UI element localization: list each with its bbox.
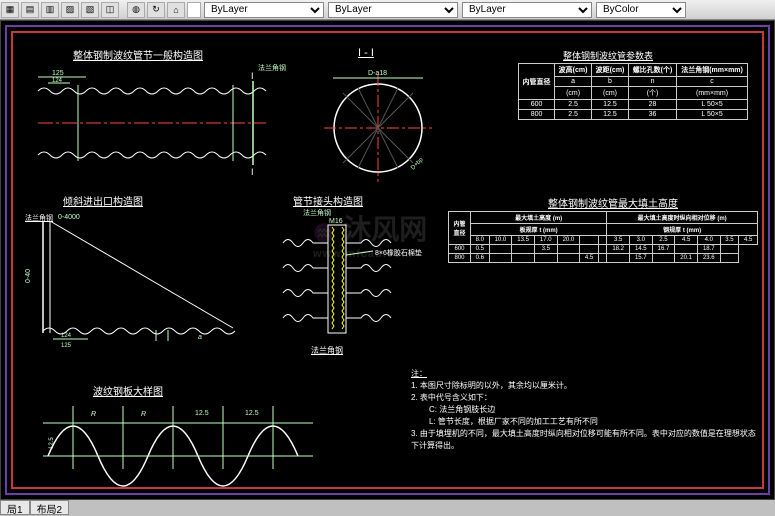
tool-icon[interactable]: ▨ (61, 2, 79, 18)
layout-tabs: 局1 布局2 (0, 500, 69, 515)
cad-canvas[interactable]: ♒ 沐风网 www.mfcad.com 整体钢制波纹管节一般构造图 125 12… (0, 20, 775, 500)
svg-text:I: I (251, 71, 254, 81)
tool-icon[interactable]: ▥ (41, 2, 59, 18)
title-fill: 整体钢制波纹管最大填土高度 (548, 195, 678, 210)
tool-icon[interactable]: ▧ (81, 2, 99, 18)
tool-icon[interactable]: ▤ (21, 2, 39, 18)
note-2a: C: 法兰角钢肢长边 (411, 404, 762, 416)
gasket-label: 8×6橡胶石棉垫 (375, 248, 422, 258)
svg-text:12.5: 12.5 (195, 410, 209, 417)
svg-text:R: R (91, 411, 96, 418)
color-combo[interactable]: ByColor (596, 2, 686, 18)
svg-text:0-40: 0-40 (25, 269, 32, 283)
inlet-drawing: 0-4000 0-40 125 124 a (28, 213, 248, 353)
layer-combo[interactable]: ByLayer (204, 2, 324, 18)
svg-text:R: R (141, 411, 146, 418)
layout-tab-1[interactable]: 局1 (0, 500, 30, 515)
svg-text:125: 125 (52, 70, 64, 77)
svg-text:12.5: 12.5 (49, 437, 55, 449)
section-circle-drawing: D-a18 D+bp (313, 68, 443, 188)
color-swatch[interactable] (187, 2, 201, 18)
app-toolbar: ▦ ▤ ▥ ▨ ▧ ◫ ◍ ↻ ⌂ ByLayer ByLayer ByLaye… (0, 0, 775, 20)
note-2: 2. 表中代号含义如下： (411, 392, 762, 404)
title-section: I - I (358, 47, 374, 59)
title-detail: 波纹钢板大样图 (93, 383, 163, 398)
tool-icon[interactable]: ◫ (101, 2, 119, 18)
table1-title: 整体钢制波纹管参数表 (563, 49, 653, 62)
flange-bot-label: 法兰角钢 (311, 345, 343, 356)
note-3: 3. 由于填埋机的不同，最大填土高度时纵向相对位移可能有所不同。表中对应的数值是… (411, 428, 762, 452)
notes-title: 注： (411, 368, 762, 380)
note-2b: L: 管节长度，根据厂家不同的加工工艺有所不同 (411, 416, 762, 428)
svg-text:0-4000: 0-4000 (58, 214, 80, 221)
svg-text:12.5: 12.5 (245, 410, 259, 417)
pipe-elevation-drawing: 125 124 I I (38, 73, 268, 173)
svg-text:124: 124 (61, 333, 72, 339)
notes-block: 注： 1. 本图尺寸除标明的以外，其余均以厘米计。 2. 表中代号含义如下： C… (411, 368, 762, 452)
layout-tab-2[interactable]: 布局2 (30, 500, 70, 515)
title-inlet: 倾斜进出口构造图 (63, 193, 143, 208)
linetype-combo[interactable]: ByLayer (328, 2, 458, 18)
svg-text:124: 124 (52, 78, 63, 84)
tool-icon[interactable]: ⌂ (167, 2, 185, 18)
lineweight-combo[interactable]: ByLayer (462, 2, 592, 18)
svg-text:a: a (198, 334, 202, 341)
joint-drawing (273, 213, 413, 353)
svg-text:D-a18: D-a18 (368, 70, 387, 77)
tool-icon[interactable]: ▦ (1, 2, 19, 18)
svg-text:D+bp: D+bp (410, 156, 425, 171)
fill-table: 内管直径最大填土高度 (m)最大填土高度时纵向相对位移 (m) 板规厚 t (m… (448, 211, 758, 263)
wave-detail-drawing: 12.5 R R 12.5 12.5 (43, 401, 333, 486)
param-table: 内管直径波高(cm)波距(cm)螺比孔数(个)法兰角钢(mm×mm) abnc … (518, 63, 748, 120)
svg-text:125: 125 (61, 343, 72, 349)
title-main: 整体钢制波纹管节一般构造图 (73, 47, 203, 62)
flange-label: 法兰角钢 (258, 63, 286, 73)
tool-icon[interactable]: ↻ (147, 2, 165, 18)
svg-text:I: I (251, 167, 254, 177)
note-1: 1. 本图尺寸除标明的以外，其余均以厘米计。 (411, 380, 762, 392)
tool-icon[interactable]: ◍ (127, 2, 145, 18)
title-joint: 管节接头构造图 (293, 193, 363, 208)
